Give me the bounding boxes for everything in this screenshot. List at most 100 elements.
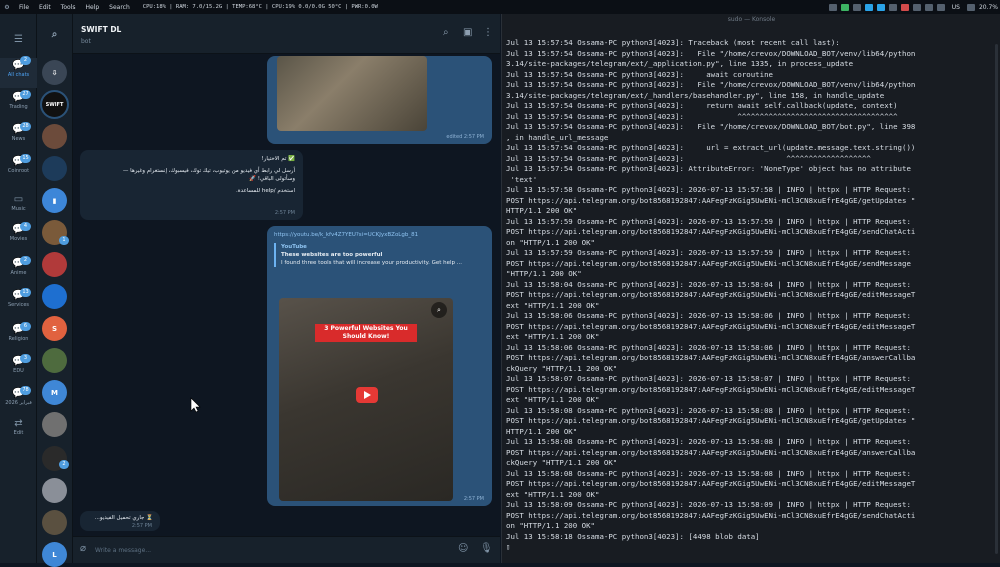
terminal-line: HTTP/1.1 200 OK" [506,206,578,215]
folder-news[interactable]: 💬 28 News [0,122,37,150]
chat-bubbles-icon: 💬 [12,124,25,135]
terminal-line: POST https://api.telegram.org/bot8568192… [506,416,916,425]
play-button[interactable] [356,387,378,403]
attach-icon[interactable]: ⌀ [80,543,86,554]
tray-app-icon[interactable] [852,3,861,11]
search-icon[interactable]: ⌕ [443,27,449,38]
chat-avatar[interactable] [42,252,67,277]
chat-avatar[interactable] [42,124,67,149]
chat-avatar-s[interactable]: S [42,316,67,341]
terminal-line: Jul 13 15:57:54 Ossama-PC python3[4023]:… [506,143,916,152]
folder-label: EDU [13,368,24,374]
message-video-edited[interactable]: edited 2:57 PM [267,56,492,144]
terminal-line: POST https://api.telegram.org/bot8568192… [506,447,916,457]
terminal-line: Jul 13 15:58:08 Ossama-PC python3[4023]:… [506,468,911,478]
terminal-line: POST https://api.telegram.org/bot8568192… [506,510,916,520]
terminal-line: ▯ [506,542,511,551]
chat-avatar[interactable] [42,348,67,373]
battery-icon[interactable] [966,3,975,11]
tray-status-icon[interactable] [840,3,849,11]
chat-avatar[interactable] [42,478,67,503]
system-tray: US 20.7% [828,0,998,14]
tray-app-icon[interactable] [876,3,885,11]
chat-bubbles-icon: 💬 [12,356,25,367]
folder-february-2026[interactable]: 💬 78 2026 فبراير [0,386,37,414]
bell-icon[interactable] [912,3,921,11]
terminal-line: Jul 13 15:58:09 Ossama-PC python3[4023]:… [506,500,911,509]
folder-label: Movies [9,236,28,242]
message-loading[interactable]: ⏳ جاري تحميل الفيديو... 2:57 PM [80,511,160,531]
folder-movies[interactable]: 💬 4 Movies [0,222,37,250]
terminal-line: POST https://api.telegram.org/bot8568192… [506,195,916,205]
chat-avatar-bookmark[interactable]: ▮ [42,188,67,213]
menu-search[interactable]: Search [104,4,135,11]
search-icon[interactable]: ⌕ [42,22,67,47]
chat-avatar-l[interactable]: L [42,542,67,567]
terminal-line: , in handle_url_message [506,132,609,142]
chat-avatar[interactable] [42,284,67,309]
play-icon [364,391,371,399]
terminal-title: sudo — Konsole [727,16,776,23]
avatar-label: SWIFT [45,101,64,108]
hamburger-menu-button[interactable]: ☰ [0,34,37,46]
menu-edit[interactable]: Edit [34,4,56,11]
telegram-tray-icon[interactable] [864,3,873,11]
terminal-window[interactable]: sudo — Konsole Jul 13 15:57:54 Ossama-PC… [501,14,1000,563]
app-launcher-icon[interactable]: ⚙ [0,4,14,11]
system-top-bar: ⚙ File Edit Tools Help Search CPU:18% | … [0,0,1000,14]
chat-avatar[interactable] [42,510,67,535]
folder-edit[interactable]: ⇄ Edit [0,418,37,444]
terminal-line: Jul 13 15:57:54 Ossama-PC python3[4023]:… [506,80,916,89]
message-welcome[interactable]: ✅ تم الاختيار! أرسل لي رابط أي فيديو من … [80,150,303,220]
link-preview[interactable]: YouTube These websites are too powerful … [274,243,485,267]
microphone-icon[interactable]: 🎙 [480,543,493,554]
chat-avatar-swift-dl[interactable]: SWIFT [40,90,69,119]
folder-edu[interactable]: 💬 3 EDU [0,354,37,382]
menu-help[interactable]: Help [80,4,104,11]
terminal-line: POST https://api.telegram.org/bot8568192… [506,353,916,362]
more-options-icon[interactable]: ⋮ [483,27,493,38]
folder-music[interactable]: ▭ Music [0,194,37,220]
chat-title[interactable]: SWIFT DL [81,25,121,34]
terminal-line: 3.14/site-packages/telegram/ext/_applica… [506,59,854,68]
emoji-icon[interactable]: ☺ [458,543,468,554]
folder-anime[interactable]: 💬 2 Anime [0,256,37,284]
tray-app-icon[interactable] [888,3,897,11]
terminal-line: Jul 13 15:57:54 Ossama-PC python3[4023]:… [506,101,898,110]
chat-avatar[interactable] [42,412,67,437]
network-icon[interactable] [936,3,945,11]
folder-religion[interactable]: 💬 6 Religion [0,322,37,350]
terminal-output[interactable]: Jul 13 15:57:54 Ossama-PC python3[4023]:… [506,38,996,553]
terminal-scrollbar[interactable] [995,44,998,554]
video-thumbnail[interactable]: 3 Powerful Websites You Should Know! ⌕ [279,298,453,501]
chat-avatar-m[interactable]: M [42,380,67,405]
sidebar-toggle-icon[interactable]: ▣ [463,27,472,38]
message-youtube-link[interactable]: https://youtu.be/k_kfv4Z7YEU?si=UCKJyxBZ… [267,226,492,506]
volume-icon[interactable] [924,3,933,11]
terminal-line: Jul 13 15:57:54 Ossama-PC python3[4023]:… [506,111,898,121]
sliders-icon: ⇄ [14,418,23,429]
chat-avatar-saved[interactable]: ⇩ [42,60,67,85]
folder-trading[interactable]: 💬 27 Trading [0,90,37,118]
folder-all-chats[interactable]: 💬 2 All chats [0,56,37,88]
avatar-label: M [51,388,58,397]
tray-app-icon[interactable] [900,3,909,11]
tray-app-icon[interactable] [828,3,837,11]
message-input[interactable] [95,544,455,557]
terminal-line: on "HTTP/1.1 200 OK" [506,237,595,247]
folder-label: Religion [8,336,29,342]
video-thumbnail[interactable] [277,56,427,131]
folder-coinroot[interactable]: 💬 15 Coinroot [0,154,37,182]
menu-tools[interactable]: Tools [56,4,81,11]
menu-file[interactable]: File [14,4,34,11]
terminal-line: ext "HTTP/1.1 200 OK" [506,332,600,341]
terminal-line: 'text' [506,174,538,184]
terminal-line: POST https://api.telegram.org/bot8568192… [506,290,916,299]
folder-label: Coinroot [7,168,30,174]
zoom-icon[interactable]: ⌕ [431,302,447,318]
battery-level: 20.7% [978,3,998,11]
chat-avatar[interactable] [42,156,67,181]
folder-services[interactable]: 💬 13 Services [0,288,37,316]
message-link[interactable]: https://youtu.be/k_kfv4Z7YEU?si=UCKJyxBZ… [274,231,485,239]
keyboard-layout[interactable]: US [952,4,960,11]
